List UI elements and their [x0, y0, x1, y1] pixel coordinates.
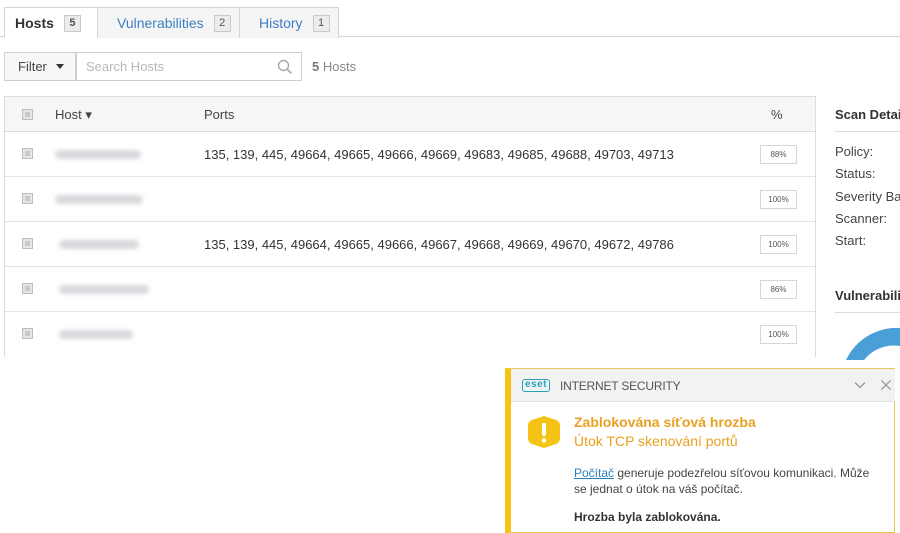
- detail-status-label: Status:: [835, 166, 876, 181]
- search-input[interactable]: [77, 53, 272, 80]
- tab-vulnerabilities[interactable]: Vulnerabilities 2: [97, 7, 240, 38]
- caret-down-icon: [55, 64, 64, 69]
- host-name-redacted: [59, 240, 139, 249]
- tab-hosts-label: Hosts: [15, 15, 54, 31]
- table-header: Host ▾ Ports %: [5, 97, 815, 132]
- detail-start-label: Start:: [835, 233, 867, 248]
- warning-icon: [528, 416, 560, 448]
- row-ports: 135, 139, 445, 49664, 49665, 49666, 4966…: [204, 147, 674, 162]
- row-percent-badge: 100%: [760, 190, 797, 209]
- computer-link[interactable]: Počítač: [574, 466, 614, 480]
- eset-title: Zablokována síťová hrozba: [574, 414, 756, 430]
- tab-bar: Hosts 5 Vulnerabilities 2 History 1: [0, 0, 900, 38]
- column-ports[interactable]: Ports: [204, 107, 234, 122]
- table-row[interactable]: 86%: [5, 267, 815, 312]
- eset-message: Počítač generuje podezřelou síťovou komu…: [574, 465, 874, 497]
- row-checkbox[interactable]: [22, 148, 33, 159]
- row-checkbox[interactable]: [22, 283, 33, 294]
- tab-hosts-count: 5: [63, 14, 81, 32]
- row-percent-badge: 86%: [760, 280, 797, 299]
- eset-blocked-status: Hrozba byla zablokována.: [574, 510, 721, 524]
- row-ports: 135, 139, 445, 49664, 49665, 49666, 4966…: [204, 237, 674, 252]
- column-host[interactable]: Host ▾: [55, 107, 92, 123]
- host-count: 5 Hosts: [312, 59, 356, 74]
- eset-header: eset INTERNET SECURITY: [511, 369, 895, 402]
- chevron-down-icon[interactable]: [853, 378, 867, 392]
- eset-product-name: INTERNET SECURITY: [560, 379, 681, 393]
- search-box: [76, 52, 302, 81]
- close-icon[interactable]: [879, 378, 893, 392]
- row-checkbox[interactable]: [22, 328, 33, 339]
- scan-details-title: Scan Detai: [835, 107, 900, 122]
- row-percent-badge: 100%: [760, 325, 797, 344]
- eset-notification: eset INTERNET SECURITY Zablokována síťov…: [505, 368, 895, 533]
- host-name-redacted: [55, 150, 141, 159]
- row-percent-badge: 100%: [760, 235, 797, 254]
- hosts-table: Host ▾ Ports % 135, 139, 445, 49664, 496…: [4, 96, 816, 357]
- divider: [835, 312, 900, 313]
- tab-history[interactable]: History 1: [239, 7, 339, 38]
- tab-history-label: History: [259, 15, 303, 31]
- host-name-redacted: [59, 285, 149, 294]
- column-percent[interactable]: %: [771, 107, 783, 122]
- detail-policy-label: Policy:: [835, 144, 874, 159]
- table-row[interactable]: 135, 139, 445, 49664, 49665, 49666, 4966…: [5, 132, 815, 177]
- tab-hosts[interactable]: Hosts 5: [4, 7, 98, 38]
- row-checkbox[interactable]: [22, 238, 33, 249]
- detail-scanner-label: Scanner:: [835, 211, 888, 226]
- row-checkbox[interactable]: [22, 193, 33, 204]
- search-icon[interactable]: [277, 59, 293, 75]
- detail-severity-label: Severity Ba: [835, 189, 900, 204]
- filter-label: Filter: [18, 59, 47, 74]
- host-name-redacted: [55, 195, 143, 204]
- divider: [835, 131, 900, 132]
- tab-history-count: 1: [312, 14, 330, 32]
- tab-vulnerabilities-label: Vulnerabilities: [117, 15, 204, 31]
- table-row[interactable]: 100%: [5, 177, 815, 222]
- filter-button[interactable]: Filter: [4, 52, 76, 81]
- eset-logo: eset: [522, 379, 551, 392]
- tab-vulnerabilities-count: 2: [213, 14, 231, 32]
- eset-subtitle: Útok TCP skenování portů: [574, 433, 738, 449]
- row-percent-badge: 88%: [760, 145, 797, 164]
- select-all-checkbox[interactable]: [22, 109, 33, 120]
- host-name-redacted: [59, 330, 133, 339]
- table-row[interactable]: 135, 139, 445, 49664, 49665, 49666, 4966…: [5, 222, 815, 267]
- table-row[interactable]: 100%: [5, 312, 815, 357]
- host-count-number: 5: [312, 59, 320, 74]
- vulnerabilities-chart: [846, 327, 900, 360]
- vulnerabilities-title: Vulnerabili: [835, 288, 900, 303]
- eset-message-text: generuje podezřelou síťovou komunikaci. …: [574, 466, 870, 496]
- host-count-label: Hosts: [322, 59, 357, 74]
